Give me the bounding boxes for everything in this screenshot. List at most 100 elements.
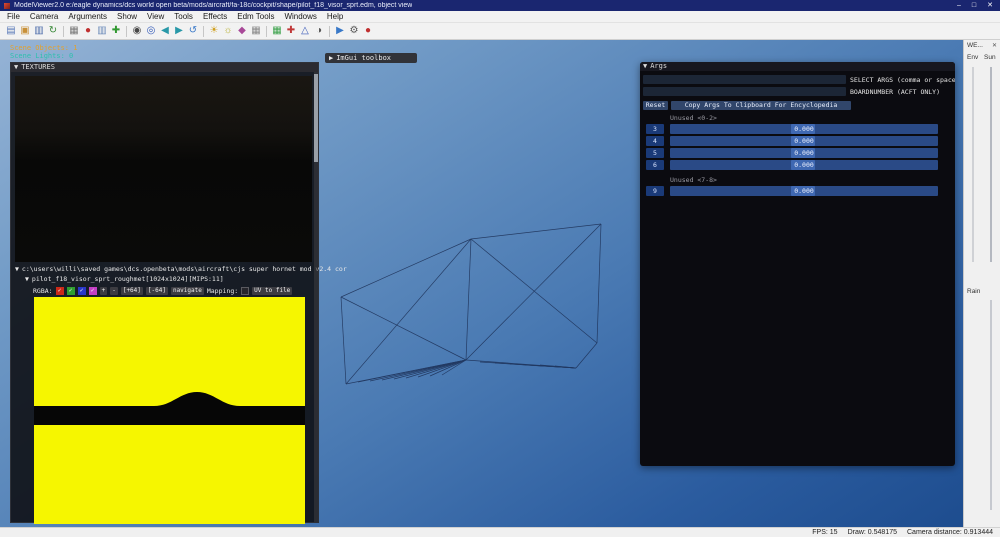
imgui-toolbox-header[interactable]: ▶ ImGui toolbox [325,53,417,63]
menu-item-file[interactable]: File [2,12,25,21]
zoom-in-button[interactable]: + [99,287,108,295]
sun-slider[interactable] [990,67,992,262]
close-button[interactable]: ✕ [987,2,993,9]
shading-icon[interactable]: ◑ [312,26,326,36]
texture-path-node[interactable]: ▼ c:\users\willi\saved games\dcs.openbet… [15,265,347,273]
arg-value-slider[interactable]: 0.000 [670,148,938,158]
toolbar-separator [329,25,330,37]
arg-value-slider[interactable]: 0.000 [670,186,938,196]
copy-args-button[interactable]: Copy Args To Clipboard For Encyclopedia [671,101,851,110]
bulb-icon[interactable]: ☼ [221,26,235,36]
play-anim-icon[interactable]: ▶ [333,26,347,36]
wireframe-model [340,223,602,385]
plus64-button[interactable]: [+64] [120,287,143,295]
menu-item-windows[interactable]: Windows [279,12,321,21]
navigate-button[interactable]: navigate [170,287,204,295]
menu-item-tools[interactable]: Tools [169,12,198,21]
open-folder-icon[interactable]: ▣ [18,26,32,36]
arg-value-text: 0.000 [794,137,814,145]
add-object-icon[interactable]: ✚ [109,26,123,36]
viewport-3d[interactable]: Scene Objects: 1 Scene Lights: 0 ▶ ImGui… [0,40,1000,527]
arg-value-text: 0.000 [794,125,814,133]
arg-value-text: 0.000 [794,161,814,169]
window-title: ModelViewer2.0 e:/eagle dynamics/dcs wor… [14,2,413,9]
toolbar-separator [126,25,127,37]
menu-item-help[interactable]: Help [322,12,348,21]
arg-value-slider[interactable]: 0.000 [670,160,938,170]
rotate-icon[interactable]: ↺ [186,26,200,36]
boardnumber-input[interactable] [643,87,846,96]
grid-icon[interactable]: ▦ [270,26,284,36]
arg-row: 4 0.000 [640,136,955,146]
arg-id-badge: 3 [646,124,664,134]
imgui-toolbox-label: ImGui toolbox [336,54,392,62]
arg-id-badge: 4 [646,136,664,146]
boardnumber-label: BOARDNUMBER (ACFT ONLY) [850,88,941,96]
arg-row: 9 0.000 [640,186,955,196]
save-model-icon[interactable]: ▥ [32,26,46,36]
sun-icon[interactable]: ☀ [207,26,221,36]
collapse-right-icon: ▶ [329,54,334,62]
menu-item-camera[interactable]: Camera [25,12,63,21]
menu-item-effects[interactable]: Effects [198,12,232,21]
weather-close-icon[interactable]: ✕ [992,42,997,49]
rain-slider[interactable] [990,300,992,510]
select-args-input[interactable] [643,75,846,84]
menu-item-arguments[interactable]: Arguments [63,12,112,21]
textures-panel-header[interactable]: ▼ TEXTURES [11,63,318,72]
modelviewer-window: ModelViewer2.0 e:/eagle dynamics/dcs wor… [0,0,1000,537]
menu-item-edm-tools[interactable]: Edm Tools [232,12,279,21]
green-channel-checkbox[interactable]: ✓ [66,287,75,295]
rain-label: Rain [967,288,981,295]
minimize-button[interactable]: – [957,2,961,9]
wireframe-icon[interactable]: △ [298,26,312,36]
textures-scrollbar-thumb[interactable] [314,74,318,162]
next-view-icon[interactable]: ▶ [172,26,186,36]
settings-icon[interactable]: ⚙ [347,26,361,36]
record-icon[interactable]: ● [81,26,95,36]
texture-file-node[interactable]: ▼ pilot_f18_visor_sprt_roughmet[1024x102… [25,275,224,283]
arg-value-slider[interactable]: 0.000 [670,136,938,146]
collapse-down-icon: ▼ [14,63,19,71]
arg-value-slider[interactable]: 0.000 [670,124,938,134]
prev-view-icon[interactable]: ◀ [158,26,172,36]
uv-to-file-button[interactable]: UV to file [252,287,293,295]
toolbar-separator [266,25,267,37]
focus-icon[interactable]: ◎ [144,26,158,36]
camera-icon[interactable]: ◉ [130,26,144,36]
env-slider[interactable] [972,67,974,262]
minus64-button[interactable]: [-64] [145,287,168,295]
textures-panel-title: TEXTURES [21,63,55,71]
alpha-channel-checkbox[interactable]: ✓ [88,287,97,295]
zoom-out-button[interactable]: - [110,287,118,295]
menu-bar: File Camera Arguments Show View Tools Ef… [0,11,1000,23]
weather-panel-title: WE... [967,42,983,49]
blue-channel-checkbox[interactable]: ✓ [77,287,86,295]
textures-panel: ▼ TEXTURES ▼ c:\users\willi\saved games\… [10,62,347,524]
mapping-label: Mapping: [206,287,239,295]
texture-icon[interactable]: ▦ [249,26,263,36]
maximize-button[interactable]: □ [972,2,976,9]
axes-icon[interactable]: ✚ [284,26,298,36]
reset-button[interactable]: Reset [643,101,668,110]
arg-id-badge: 5 [646,148,664,158]
open-model-icon[interactable]: ▤ [4,26,18,36]
textures-scrollbar[interactable] [314,72,318,522]
collapse-down-icon: ▼ [15,265,19,273]
texture-preview-yellow [34,297,305,524]
copy-icon[interactable]: ▥ [95,26,109,36]
material-icon[interactable]: ◆ [235,26,249,36]
title-bar: ModelViewer2.0 e:/eagle dynamics/dcs wor… [0,0,1000,11]
arg-value-text: 0.000 [794,187,814,195]
env-label: Env [967,54,979,61]
screenshot-icon[interactable]: ▦ [67,26,81,36]
arg-row: 6 0.000 [640,160,955,170]
toolbar-separator [63,25,64,37]
stop-icon[interactable]: ● [361,26,375,36]
reload-model-icon[interactable]: ↻ [46,26,60,36]
menu-item-view[interactable]: View [142,12,169,21]
red-channel-checkbox[interactable]: ✓ [55,287,64,295]
menu-item-show[interactable]: Show [112,12,142,21]
args-panel-header[interactable]: ▼ Args [640,62,955,71]
mapping-checkbox[interactable] [241,287,250,295]
